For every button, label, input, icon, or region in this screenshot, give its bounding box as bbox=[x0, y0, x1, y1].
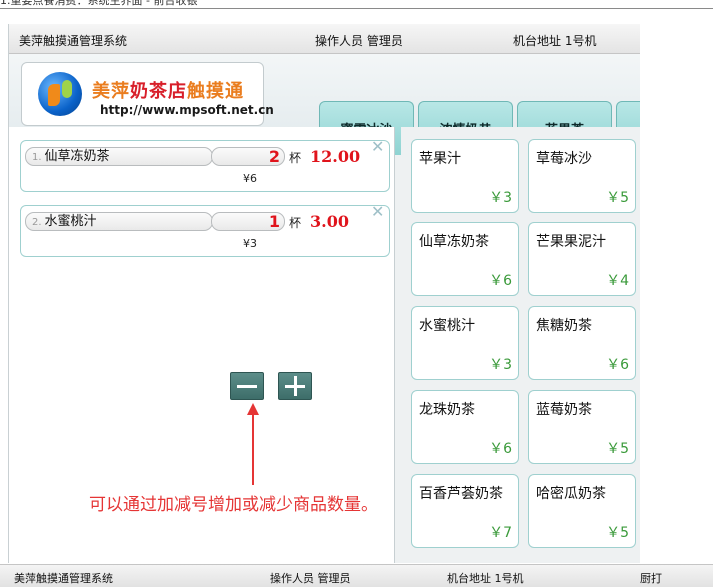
menu-item[interactable]: 蓝莓奶茶 ￥5 bbox=[528, 390, 636, 464]
annotation-arrow-line bbox=[252, 410, 254, 485]
order-item-price: ¥6 bbox=[243, 172, 257, 185]
order-item-price: ¥3 bbox=[243, 237, 257, 250]
menu-item[interactable]: 哈密瓜奶茶 ￥5 bbox=[528, 474, 636, 548]
pos-window: 美萍触摸通管理系统 操作人员 管理员 机台地址 1号机 美萍奶茶店触摸通 htt… bbox=[8, 24, 640, 563]
terminal-label: 机台地址 1号机 bbox=[513, 34, 597, 48]
status-operator: 操作人员 管理员 bbox=[270, 572, 351, 585]
order-item-name[interactable]: 2. 水蜜桃汁 bbox=[25, 212, 213, 231]
top-bar: 美萍触摸通管理系统 操作人员 管理员 机台地址 1号机 bbox=[9, 24, 640, 54]
order-item-name[interactable]: 1. 仙草冻奶茶 bbox=[25, 147, 213, 166]
order-item[interactable]: 2. 水蜜桃汁 1 杯 3.00 ¥3 ✕ bbox=[20, 204, 390, 257]
minus-icon bbox=[237, 384, 257, 388]
menu-grid: 苹果汁 ￥3 草莓冰沙 ￥5 仙草冻奶茶 ￥6 芒果果泥汁 ￥4 水蜜桃汁 ￥3 焦糖奶茶… bbox=[401, 127, 640, 563]
order-item-unit: 杯 bbox=[289, 216, 302, 230]
system-name: 美萍触摸通管理系统 bbox=[19, 34, 128, 48]
menu-item[interactable]: 草莓冰沙 ￥5 bbox=[528, 139, 636, 213]
menu-item[interactable]: 苹果汁 ￥3 bbox=[411, 139, 519, 213]
logo-icon bbox=[38, 72, 82, 116]
menu-item[interactable]: 仙草冻奶茶 ￥6 bbox=[411, 222, 519, 296]
status-kitchen-print[interactable]: 厨打 bbox=[640, 570, 662, 586]
order-item-qty[interactable]: 1 bbox=[211, 212, 285, 231]
menu-item[interactable]: 水蜜桃汁 ￥3 bbox=[411, 306, 519, 380]
annotation-hint: 可以通过加减号增加或减少商品数量。 bbox=[89, 495, 378, 515]
order-item-qty[interactable]: 2 bbox=[211, 147, 285, 166]
decrease-qty-button[interactable] bbox=[230, 372, 264, 400]
order-panel: 1. 仙草冻奶茶 2 杯 12.00 ¥6 ✕ 2. 水蜜桃汁 1 杯 3.00 ¥… bbox=[9, 127, 395, 563]
status-system-name: 美萍触摸通管理系统 bbox=[14, 572, 113, 585]
close-icon[interactable]: ✕ bbox=[371, 204, 384, 220]
order-item[interactable]: 1. 仙草冻奶茶 2 杯 12.00 ¥6 ✕ bbox=[20, 139, 390, 192]
status-terminal: 机台地址 1号机 bbox=[447, 572, 524, 585]
order-item-amount: 3.00 bbox=[310, 212, 349, 231]
close-icon[interactable]: ✕ bbox=[371, 139, 384, 155]
menu-item[interactable]: 百香芦荟奶茶 ￥7 bbox=[411, 474, 519, 548]
menu-item[interactable]: 芒果果泥汁 ￥4 bbox=[528, 222, 636, 296]
operator-label: 操作人员 管理员 bbox=[315, 34, 403, 48]
brand-logo: 美萍奶茶店触摸通 http://www.mpsoft.net.cn bbox=[21, 62, 274, 126]
logo-url: http://www.mpsoft.net.cn bbox=[100, 103, 274, 117]
document-caption: 1.重要点餐消费：系统主界面 - 前台收银 bbox=[0, 0, 198, 7]
menu-item[interactable]: 龙珠奶茶 ￥6 bbox=[411, 390, 519, 464]
caption-divider bbox=[0, 8, 713, 9]
order-item-amount: 12.00 bbox=[310, 147, 361, 166]
order-item-unit: 杯 bbox=[289, 151, 302, 165]
increase-qty-button[interactable] bbox=[278, 372, 312, 400]
menu-item[interactable]: 焦糖奶茶 ￥6 bbox=[528, 306, 636, 380]
logo-title: 美萍奶茶店触摸通 bbox=[92, 81, 244, 102]
status-bar: 美萍触摸通管理系统 操作人员 管理员 机台地址 1号机 厨打 bbox=[0, 564, 713, 587]
